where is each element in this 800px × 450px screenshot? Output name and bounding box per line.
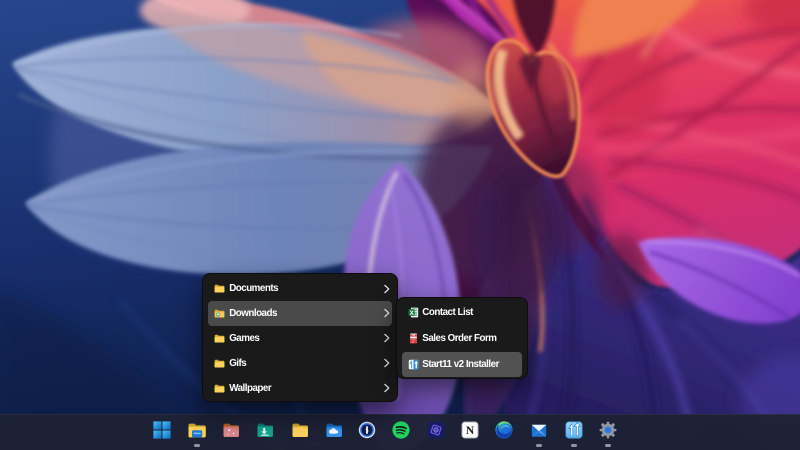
svg-text:N: N — [466, 425, 475, 437]
